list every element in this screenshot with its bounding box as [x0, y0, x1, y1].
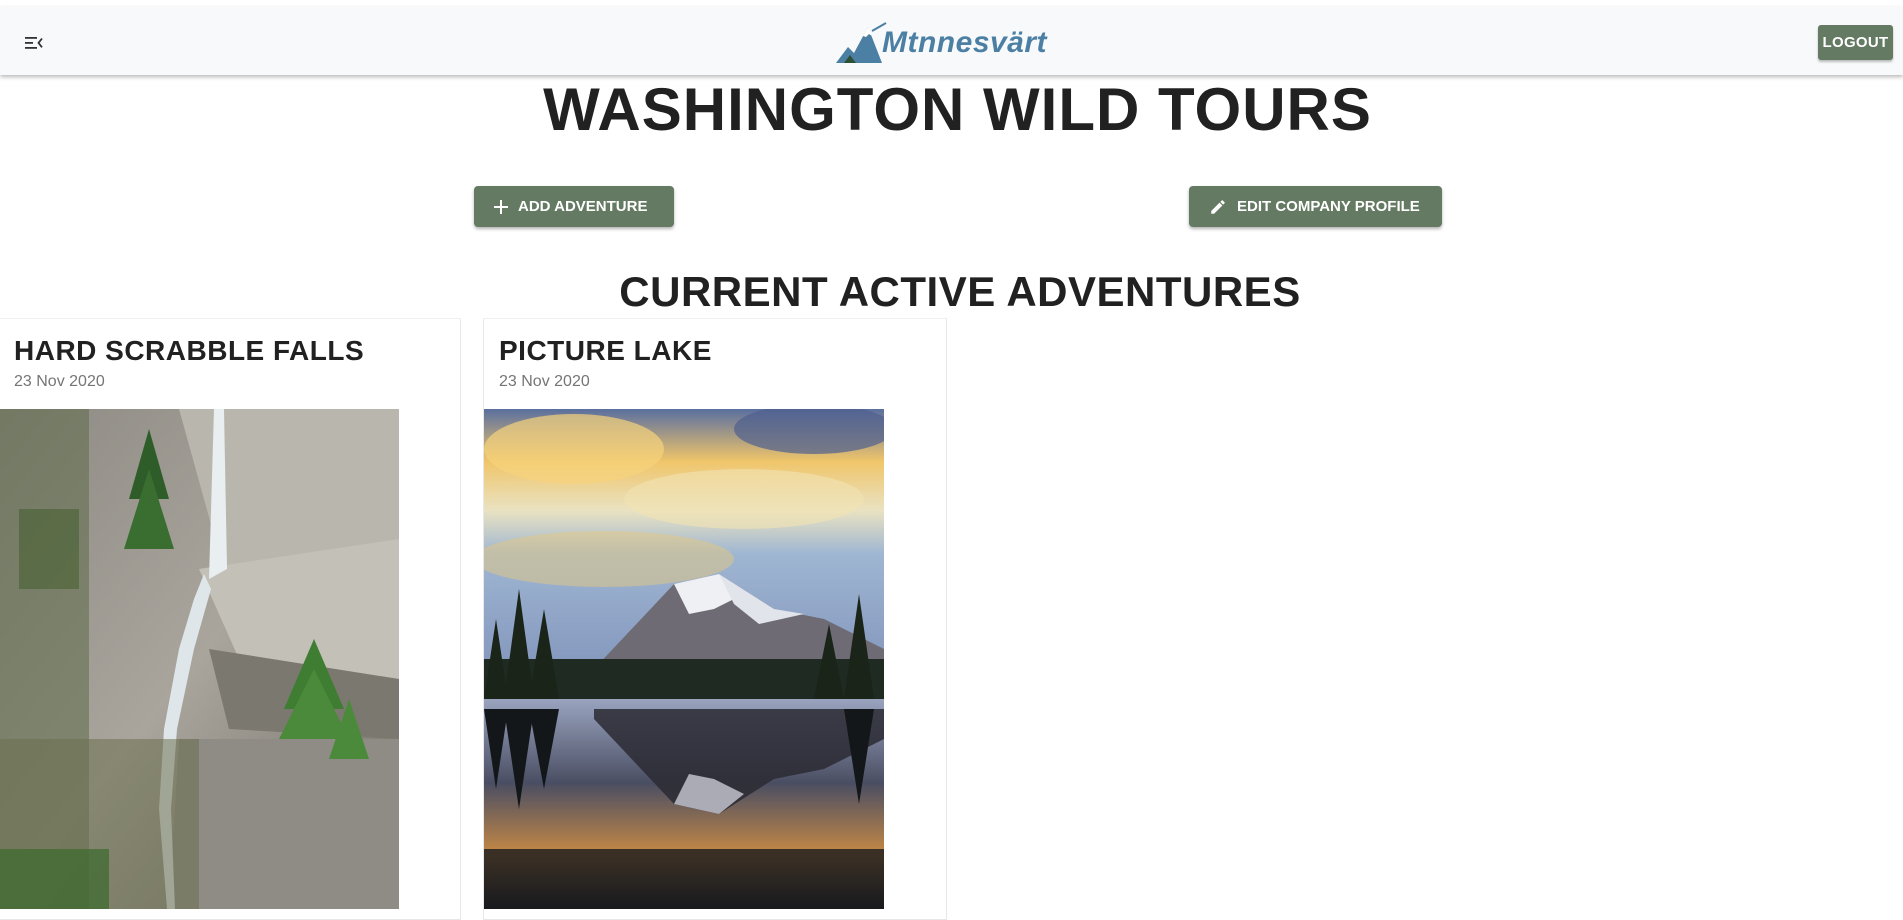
- adventure-date: 23 Nov 2020: [14, 373, 105, 390]
- mountain-lake-photo[interactable]: [484, 409, 884, 909]
- add-adventure-label: ADD ADVENTURE: [518, 198, 648, 215]
- edit-company-profile-button[interactable]: EDIT COMPANY PROFILE: [1189, 186, 1442, 227]
- section-title: CURRENT ACTIVE ADVENTURES: [619, 268, 1301, 315]
- menu-collapse-button[interactable]: [18, 31, 50, 55]
- add-adventure-button[interactable]: ADD ADVENTURE: [474, 186, 674, 227]
- adventure-title: PICTURE LAKE: [499, 335, 712, 366]
- logout-button[interactable]: LOGOUT: [1818, 25, 1893, 60]
- adventure-date: 23 Nov 2020: [499, 373, 590, 390]
- logo-text: Mtnnesvärt: [882, 26, 1048, 59]
- pencil-icon: [1211, 199, 1225, 214]
- page-title: WASHINGTON WILD TOURS: [543, 76, 1372, 143]
- adventure-card[interactable]: HARD SCRABBLE FALLS 23 Nov 2020: [0, 318, 461, 920]
- plus-icon: [494, 199, 508, 214]
- adventure-card[interactable]: PICTURE LAKE 23 Nov 2020: [483, 318, 947, 920]
- menu-collapse-icon: [25, 37, 43, 49]
- waterfall-photo[interactable]: [0, 409, 399, 909]
- app-bar: Mtnnesvärt LOGOUT: [0, 7, 1903, 75]
- edit-company-profile-label: EDIT COMPANY PROFILE: [1237, 198, 1420, 215]
- brand-logo[interactable]: Mtnnesvärt: [834, 17, 1047, 67]
- adventure-title: HARD SCRABBLE FALLS: [14, 335, 365, 366]
